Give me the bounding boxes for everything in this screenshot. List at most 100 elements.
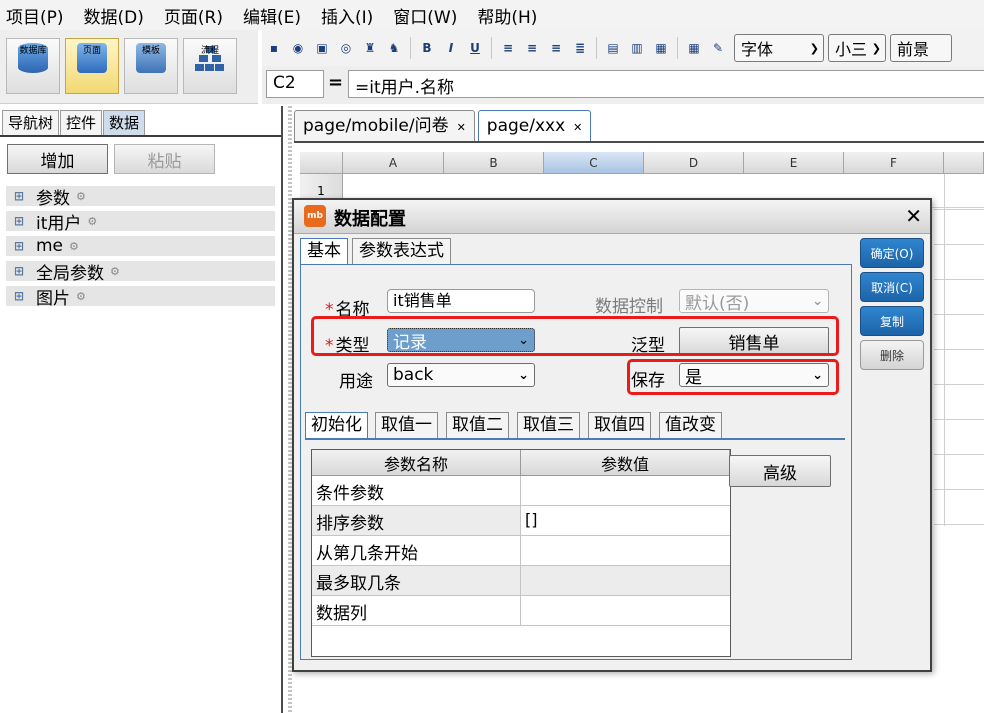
align-left-icon[interactable]: ≡	[500, 40, 516, 56]
chevron-down-icon: ❯	[809, 41, 819, 55]
find-icon[interactable]: ♜	[362, 40, 378, 56]
param-name-cell: 数据列	[312, 596, 521, 625]
table-row[interactable]: 数据列	[312, 596, 730, 626]
tree-item-it-user[interactable]: ⊞ it用户 ⚙	[6, 211, 275, 234]
database-button[interactable]: 数据库	[6, 38, 60, 94]
column-header-d[interactable]: D	[644, 152, 744, 174]
expand-icon[interactable]: ⊞	[12, 239, 26, 253]
formula-input[interactable]: =it用户.名称	[348, 70, 984, 98]
corner-header[interactable]	[300, 152, 343, 174]
dialog-title-bar[interactable]: mb 数据配置 ✕	[294, 200, 930, 234]
cell-reference-field[interactable]: C2	[266, 70, 324, 98]
paste-button[interactable]: 粘贴	[114, 144, 215, 174]
param-value-cell[interactable]	[521, 566, 730, 595]
tab-page-mobile-survey[interactable]: page/mobile/问卷 ✕	[294, 110, 475, 142]
preview-icon[interactable]: ▣	[314, 40, 330, 56]
table-row[interactable]: 排序参数 []	[312, 506, 730, 536]
bold-icon[interactable]: B	[419, 40, 435, 56]
page-button[interactable]: 页面	[65, 38, 119, 94]
param-value-cell[interactable]: []	[521, 506, 730, 535]
menu-data[interactable]: 数据(D)	[82, 3, 146, 28]
param-value-cell[interactable]	[521, 596, 730, 625]
align-justify-icon[interactable]: ≣	[572, 40, 588, 56]
tree-item-params[interactable]: ⊞ 参数 ⚙	[6, 186, 275, 209]
flow-button-label: 流程	[200, 46, 219, 56]
tab-basic[interactable]: 基本	[300, 238, 348, 264]
valign-top-icon[interactable]: ▤	[605, 40, 621, 56]
valign-middle-icon[interactable]: ▥	[629, 40, 645, 56]
table-row[interactable]: 条件参数	[312, 476, 730, 506]
ok-button[interactable]: 确定(O)	[860, 238, 924, 268]
highlight-box-save	[627, 359, 839, 395]
name-input[interactable]: it销售单	[387, 289, 535, 313]
column-header-next[interactable]	[944, 152, 984, 174]
cancel-button[interactable]: 取消(C)	[860, 272, 924, 302]
column-header-a[interactable]: A	[343, 152, 444, 174]
menu-bar: 项目(P) 数据(D) 页面(R) 编辑(E) 插入(I) 窗口(W) 帮助(H…	[0, 0, 984, 30]
style-select[interactable]: 前景	[890, 34, 952, 62]
replace-icon[interactable]: ♞	[386, 40, 402, 56]
dialog-basic-panel: * 名称 it销售单 数据控制 默认(否) ⌄ * 类型 记录 ⌄ 泛型 销售单 用途 …	[300, 264, 852, 660]
close-icon[interactable]: ✕	[573, 121, 582, 134]
expand-icon[interactable]: ⊞	[12, 289, 26, 303]
tab-value-change[interactable]: 值改变	[659, 412, 722, 438]
gear-icon: ⚙	[76, 189, 86, 203]
data-control-select[interactable]: 默认(否) ⌄	[679, 289, 829, 314]
expand-icon[interactable]: ⊞	[12, 189, 26, 203]
menu-project[interactable]: 项目(P)	[4, 3, 66, 28]
advanced-button[interactable]: 高级	[729, 455, 831, 487]
format-brush-icon[interactable]: ✎	[710, 40, 726, 56]
tab-init[interactable]: 初始化	[305, 412, 368, 438]
param-value-cell[interactable]	[521, 536, 730, 565]
size-select[interactable]: 小三 ❯	[828, 34, 886, 62]
page-button-label: 页面	[82, 46, 101, 56]
save-icon[interactable]: ▪	[266, 40, 282, 56]
data-config-dialog: mb 数据配置 ✕ 基本 参数表达式 * 名称 it销售单 数据控制 默认(否) ⌄…	[292, 198, 932, 672]
delete-button[interactable]: 删除	[860, 340, 924, 370]
column-header-f[interactable]: F	[844, 152, 944, 174]
column-header-e[interactable]: E	[744, 152, 844, 174]
menu-insert[interactable]: 插入(I)	[319, 3, 375, 28]
document-tabs: page/mobile/问卷 ✕ page/xxx ✕	[294, 110, 594, 142]
tab-data[interactable]: 数据	[103, 110, 146, 135]
expand-icon[interactable]: ⊞	[12, 264, 26, 278]
menu-window[interactable]: 窗口(W)	[391, 3, 459, 28]
menu-page[interactable]: 页面(R)	[162, 3, 225, 28]
tab-value-3[interactable]: 取值三	[517, 412, 580, 438]
close-icon[interactable]: ✕	[457, 121, 466, 134]
align-center-icon[interactable]: ≡	[524, 40, 540, 56]
expand-icon[interactable]: ⊞	[12, 214, 26, 228]
browser-icon[interactable]: ◉	[290, 40, 306, 56]
valign-bottom-icon[interactable]: ▦	[653, 40, 669, 56]
column-header-b[interactable]: B	[444, 152, 544, 174]
tree-item-images[interactable]: ⊞ 图片 ⚙	[6, 286, 275, 309]
menu-help[interactable]: 帮助(H)	[475, 3, 539, 28]
zoom-icon[interactable]: ◎	[338, 40, 354, 56]
usage-select[interactable]: back ⌄	[387, 363, 535, 387]
param-value-cell[interactable]	[521, 476, 730, 505]
tree-item-global-params[interactable]: ⊞ 全局参数 ⚙	[6, 261, 275, 284]
tab-param-expression[interactable]: 参数表达式	[352, 238, 451, 264]
table-row[interactable]: 最多取几条	[312, 566, 730, 596]
column-header-c[interactable]: C	[544, 152, 644, 174]
flow-button[interactable]: 流程	[183, 38, 237, 94]
tab-value-2[interactable]: 取值二	[446, 412, 509, 438]
tab-value-1[interactable]: 取值一	[375, 412, 438, 438]
menu-edit[interactable]: 编辑(E)	[241, 3, 303, 28]
italic-icon[interactable]: I	[443, 40, 459, 56]
tab-controls[interactable]: 控件	[60, 110, 103, 135]
tab-page-xxx[interactable]: page/xxx ✕	[477, 110, 592, 142]
close-icon[interactable]: ✕	[905, 204, 922, 228]
tree-item-me[interactable]: ⊞ me ⚙	[6, 236, 275, 256]
template-button[interactable]: 模板	[124, 38, 178, 94]
tab-navigation-tree[interactable]: 导航树	[2, 110, 60, 135]
align-right-icon[interactable]: ≡	[548, 40, 564, 56]
tab-value-4[interactable]: 取值四	[588, 412, 651, 438]
table-icon[interactable]: ▦	[686, 40, 702, 56]
add-button[interactable]: 增加	[7, 144, 108, 174]
underline-icon[interactable]: U	[467, 40, 483, 56]
copy-button[interactable]: 复制	[860, 306, 924, 336]
table-row[interactable]: 从第几条开始	[312, 536, 730, 566]
format-toolbar: ▪ ◉ ▣ ◎ ♜ ♞ B I U ≡ ≡ ≡ ≣ ▤ ▥ ▦ ▦ ✎ 字体 ❯ …	[262, 30, 984, 66]
font-select[interactable]: 字体 ❯	[734, 34, 824, 62]
